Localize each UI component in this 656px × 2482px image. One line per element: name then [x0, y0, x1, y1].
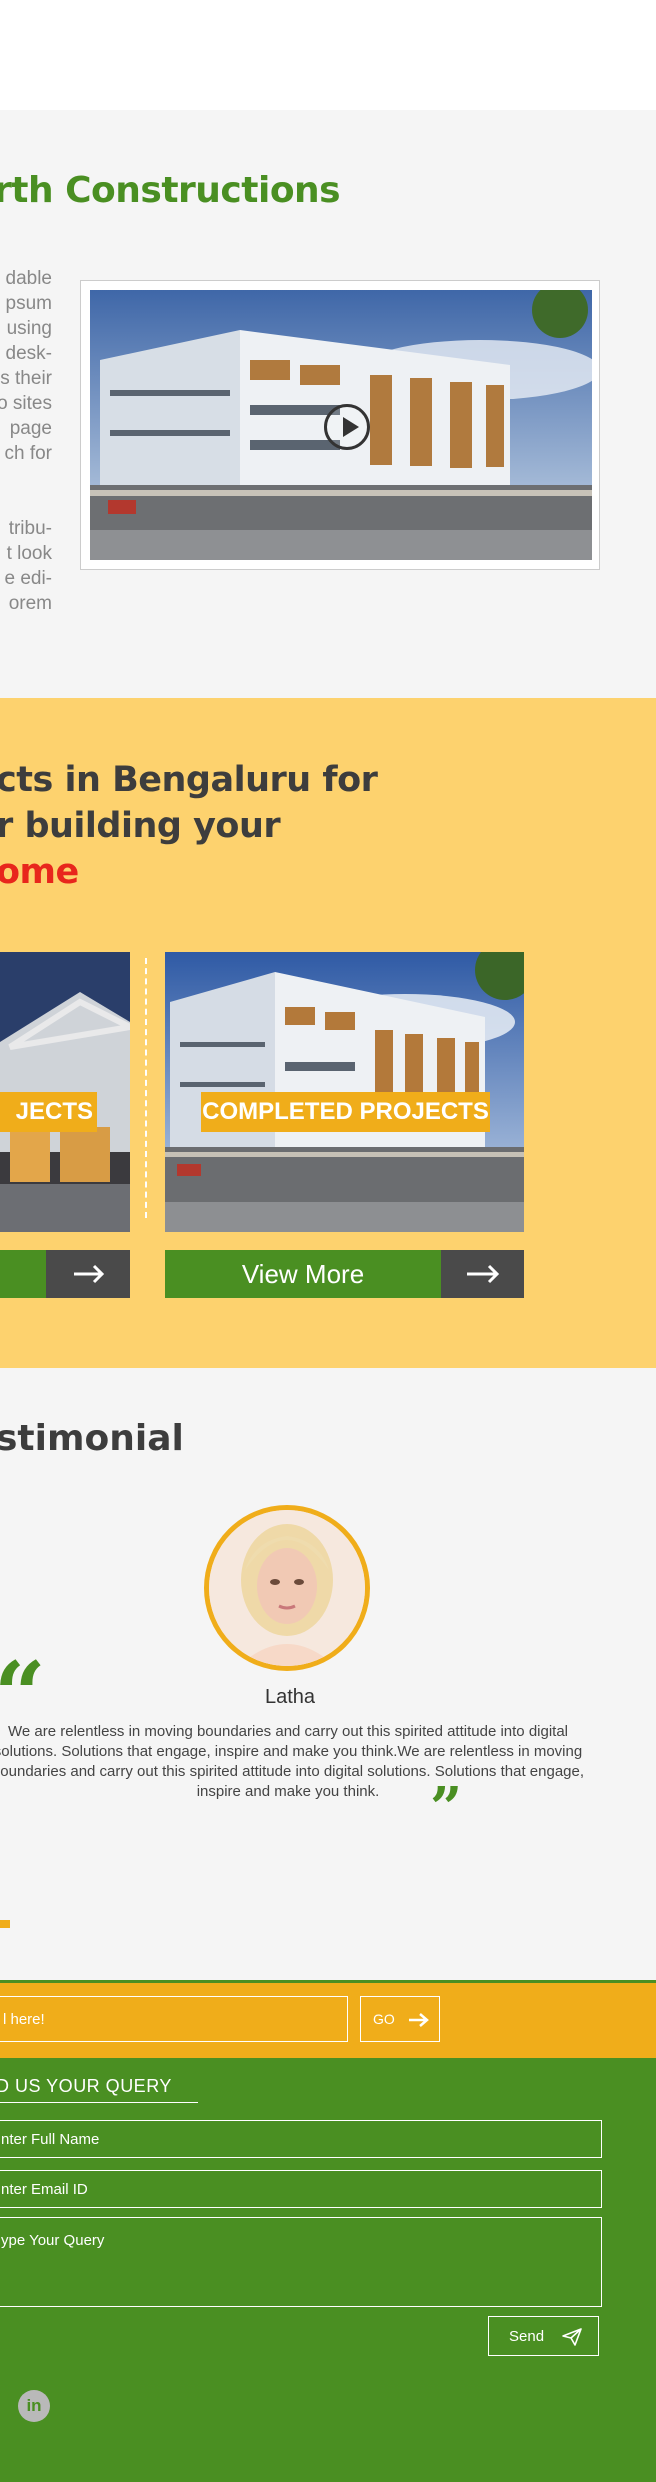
testimonial-quote: We are relentless in moving boundaries a… [0, 1723, 585, 1800]
about-line: dable [5, 268, 53, 289]
go-button-label: GO [373, 2011, 395, 2027]
header-bar [0, 0, 656, 110]
about-line: orem [8, 593, 52, 614]
about-line: t look [6, 543, 52, 564]
full-name-field[interactable] [0, 2120, 602, 2158]
about-text-2: tribu- t look e edi- orem [0, 516, 52, 616]
projects-title-line1: cts in Bengaluru for [0, 760, 378, 800]
about-line: desk- [5, 343, 52, 364]
about-line: ch for [4, 443, 52, 464]
query-form-title: D US YOUR QUERY [0, 2076, 172, 2096]
testimonial-section [0, 1368, 656, 1980]
about-line: s their [0, 368, 52, 389]
about-line: using [6, 318, 52, 339]
about-line: page [9, 418, 52, 439]
about-line: o sites [0, 393, 52, 414]
avatar [204, 1505, 370, 1671]
ongoing-projects-label: JECTS [0, 1092, 97, 1132]
query-title-underline [0, 2102, 198, 2103]
about-title: rth Constructions [0, 170, 341, 211]
completed-projects-label: COMPLETED PROJECTS [201, 1092, 490, 1132]
about-line: tribu- [8, 518, 52, 539]
about-text-1: dable psum using desk- s their o sites p… [0, 266, 52, 466]
about-line: psum [5, 293, 52, 314]
email-field[interactable] [0, 2170, 602, 2208]
close-quote-icon: ” [430, 1775, 463, 1841]
paper-plane-icon [562, 2328, 582, 2346]
projects-title-line3: ome [0, 852, 79, 892]
arrow-right-icon[interactable] [46, 1250, 130, 1298]
testimonial-title: stimonial [0, 1418, 184, 1459]
arrow-right-icon[interactable] [441, 1250, 524, 1298]
carousel-indicator[interactable] [0, 1920, 10, 1928]
testimonial-name: Latha [264, 1686, 316, 1708]
play-icon[interactable] [324, 404, 370, 450]
query-textarea[interactable] [0, 2217, 602, 2307]
newsletter-email-input[interactable] [0, 1996, 348, 2042]
view-more-left-button[interactable] [0, 1250, 46, 1298]
arrow-right-icon [409, 2013, 429, 2027]
send-button-label: Send [509, 2328, 545, 2345]
linkedin-icon[interactable]: in [18, 2390, 50, 2422]
about-line: e edi- [4, 568, 52, 589]
go-button[interactable]: GO [360, 1996, 440, 2042]
send-button[interactable]: Send [488, 2316, 599, 2356]
view-more-button[interactable]: View More [165, 1250, 441, 1298]
card-divider [145, 958, 147, 1218]
projects-title-line2: r building your [0, 806, 281, 846]
